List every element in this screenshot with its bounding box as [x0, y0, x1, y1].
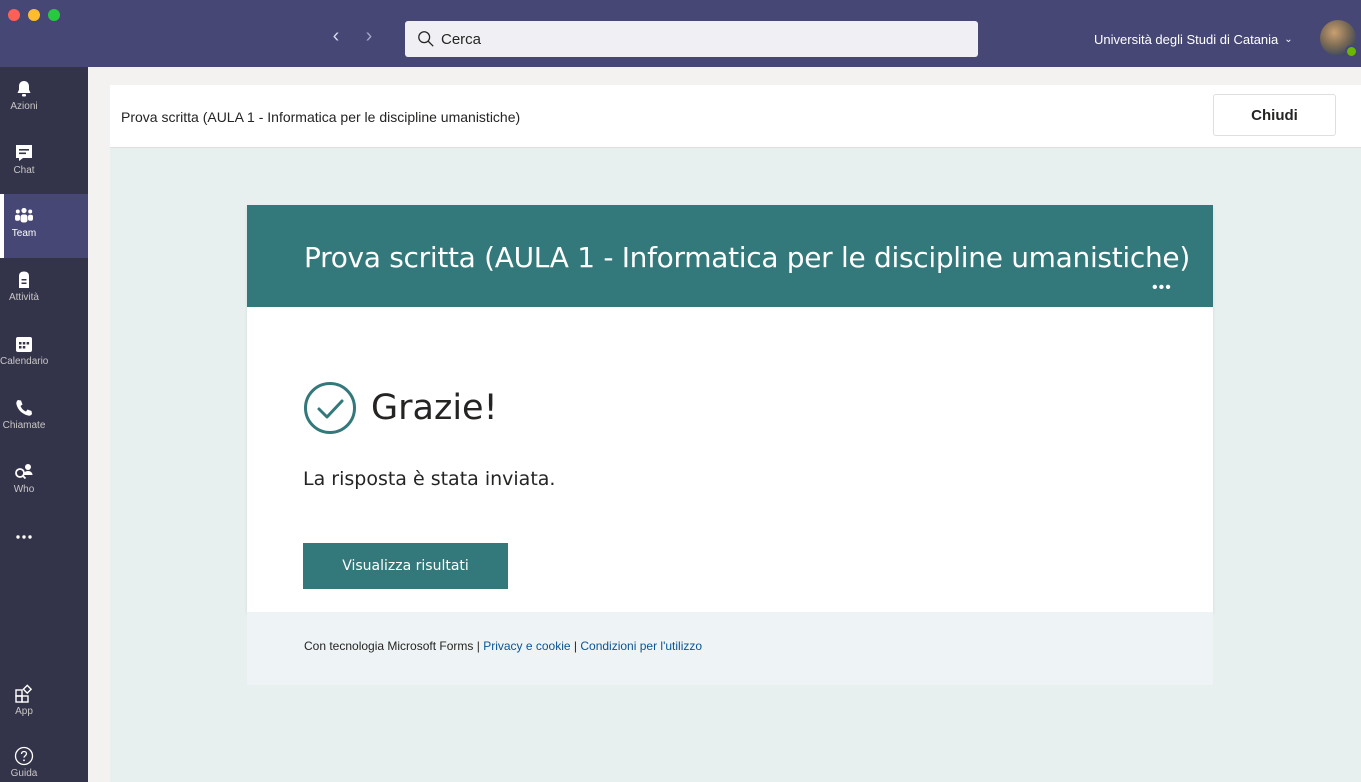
rail-item-team[interactable]: Team: [0, 194, 88, 258]
panel-title: Prova scritta (AULA 1 - Informatica per …: [121, 109, 521, 125]
presence-available-icon: [1345, 45, 1358, 58]
bell-icon: [17, 81, 31, 97]
calendar-icon: [16, 337, 32, 352]
rail-item-attivita[interactable]: Attività: [0, 258, 88, 322]
rail-more-button[interactable]: [0, 522, 88, 562]
privacy-link[interactable]: Privacy e cookie: [483, 639, 570, 653]
phone-icon: [16, 400, 32, 416]
rail-item-calendario[interactable]: Calendario: [0, 322, 88, 386]
checkmark-circle-icon: [304, 382, 356, 434]
rail-item-chat[interactable]: Chat: [0, 131, 88, 195]
footer-separator: |: [570, 639, 581, 653]
forms-panel: Prova scritta (AULA 1 - Informatica per …: [110, 85, 1361, 782]
forward-arrow-icon[interactable]: ›: [359, 26, 379, 47]
rail-item-who[interactable]: Who: [0, 450, 88, 514]
title-bar: ‹ › Università degli Studi di Catania ⌄: [0, 0, 1361, 67]
window-minimize-dot[interactable]: [28, 9, 40, 21]
rail-item-azioni[interactable]: Azioni: [0, 67, 88, 131]
thanks-heading: Grazie!: [303, 381, 498, 435]
team-icon: [15, 207, 33, 223]
rail-item-label: App: [15, 706, 33, 717]
assignments-icon: [19, 271, 29, 288]
rail-item-label: Guida: [10, 768, 38, 779]
organization-name: Università degli Studi di Catania: [1094, 32, 1279, 47]
rail-item-chiamate[interactable]: Chiamate: [0, 386, 88, 450]
rail-item-label: Calendario: [0, 356, 49, 367]
form-footer: Con tecnologia Microsoft Forms | Privacy…: [247, 612, 1213, 685]
search-input[interactable]: [441, 30, 941, 48]
help-icon: [14, 746, 34, 766]
window-zoom-dot[interactable]: [48, 9, 60, 21]
organization-switcher[interactable]: Università degli Studi di Catania ⌄: [1094, 32, 1293, 47]
form-banner: Prova scritta (AULA 1 - Informatica per …: [247, 205, 1213, 307]
thanks-title: Grazie!: [371, 388, 498, 428]
confirmation-message: La risposta è stata inviata.: [303, 468, 556, 490]
rail-item-label: Team: [11, 228, 37, 239]
chat-icon: [16, 145, 32, 161]
app-bar: Azioni Chat Team Attività Calendario Chi…: [0, 67, 88, 782]
rail-item-label: Who: [13, 484, 35, 495]
footer-text: Con tecnologia Microsoft Forms | Privacy…: [304, 639, 702, 653]
view-results-button[interactable]: Visualizza risultati: [303, 543, 508, 589]
avatar[interactable]: [1320, 20, 1358, 58]
rail-item-label: Attività: [8, 292, 39, 303]
powered-by-text: Con tecnologia Microsoft Forms |: [304, 639, 484, 653]
rail-item-label: Chiamate: [2, 420, 46, 431]
rail-item-label: Chat: [13, 165, 35, 176]
search-box[interactable]: [405, 21, 978, 57]
rail-item-guida[interactable]: Guida: [0, 734, 88, 782]
main-content: Prova scritta (AULA 1 - Informatica per …: [88, 67, 1361, 782]
form-card: Prova scritta (AULA 1 - Informatica per …: [247, 205, 1213, 612]
back-arrow-icon[interactable]: ‹: [326, 26, 346, 47]
more-horizontal-icon: [16, 535, 32, 539]
rail-item-app[interactable]: App: [0, 672, 88, 736]
panel-header: Prova scritta (AULA 1 - Informatica per …: [110, 85, 1361, 148]
apps-icon: [15, 684, 33, 703]
more-options-icon[interactable]: •••: [1152, 280, 1172, 296]
form-title: Prova scritta (AULA 1 - Informatica per …: [304, 241, 1190, 274]
chevron-down-icon: ⌄: [1284, 34, 1293, 45]
terms-link[interactable]: Condizioni per l'utilizzo: [580, 639, 702, 653]
window-close-dot[interactable]: [8, 9, 20, 21]
rail-item-label: Azioni: [10, 101, 38, 112]
search-icon: [418, 31, 434, 47]
who-icon: [15, 464, 33, 480]
close-button[interactable]: Chiudi: [1213, 94, 1336, 136]
